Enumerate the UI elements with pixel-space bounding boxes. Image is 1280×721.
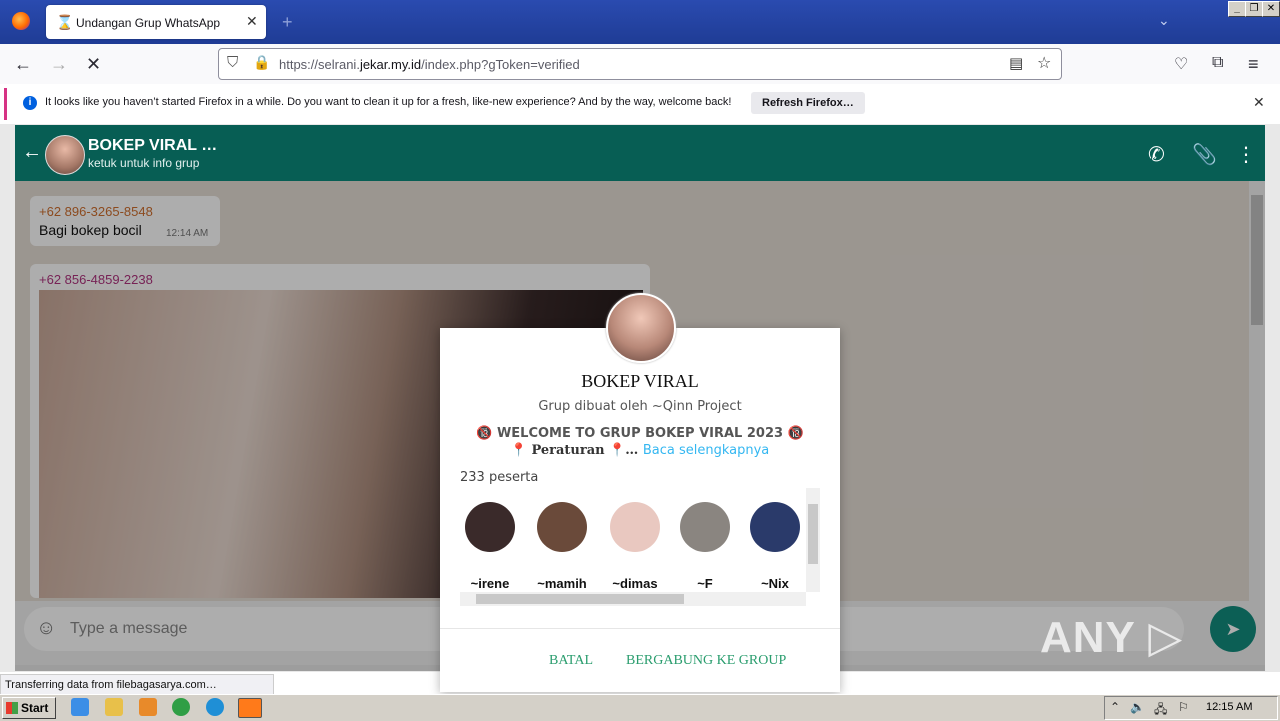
dialog-divider <box>440 628 840 629</box>
restore-window-button[interactable]: ❐ <box>1245 1 1263 17</box>
back-arrow-icon[interactable]: ← <box>22 141 42 164</box>
lock-icon[interactable]: 🔒 <box>253 54 270 71</box>
member-name: ~dimas <box>612 576 658 591</box>
members-count: 233 peserta <box>460 470 539 485</box>
rules-text: 📍 Peraturan 📍… <box>510 443 639 458</box>
start-label: Start <box>21 701 49 715</box>
new-tab-icon[interactable]: + <box>282 12 293 33</box>
group-title[interactable]: BOKEP VIRAL … <box>88 137 217 155</box>
list-tabs-chevron-icon[interactable]: ⌄ <box>1158 12 1170 29</box>
close-notification-icon[interactable]: ✕ <box>1253 94 1265 111</box>
firefox-taskbar-icon[interactable] <box>238 698 262 718</box>
tray-expand-icon[interactable]: ⌃ <box>1110 700 1120 714</box>
group-avatar <box>606 293 676 363</box>
hourglass-icon: ⌛ <box>56 14 74 30</box>
reader-view-icon[interactable]: ▤ <box>1009 54 1023 72</box>
member-item[interactable]: ~F <box>673 500 739 604</box>
group-creator: Grup dibuat oleh ~Qinn Project <box>538 399 742 414</box>
firefox-logo-icon[interactable] <box>12 12 30 30</box>
network-icon[interactable]: 🖧 <box>1154 700 1167 721</box>
media-player-icon[interactable] <box>139 698 157 716</box>
notification-bar: i It looks like you haven’t started Fire… <box>4 88 1279 120</box>
members-horizontal-scrollbar[interactable] <box>460 592 806 606</box>
phone-icon[interactable]: ✆ <box>1148 142 1165 167</box>
browser-tab[interactable]: ⌛ Undangan Grup WhatsApp ✕ <box>46 5 266 39</box>
scrollbar-thumb[interactable] <box>476 594 684 604</box>
read-more-link[interactable]: Baca selengkapnya <box>643 443 769 458</box>
member-avatar <box>680 502 730 552</box>
taskbar <box>0 694 1280 721</box>
info-icon: i <box>23 96 37 110</box>
extensions-icon[interactable]: ⧉ <box>1212 54 1223 72</box>
pocket-icon[interactable]: ♡ <box>1174 54 1188 74</box>
member-name: ~Nix <box>761 576 789 591</box>
close-window-button[interactable]: ✕ <box>1262 1 1280 17</box>
members-list[interactable]: ~irene ~mamih ~dimas ~F ~Nix <box>458 488 820 606</box>
back-arrow-icon[interactable]: ← <box>14 54 32 75</box>
url-bar[interactable]: ⛉ 🔒 https://selrani.jekar.my.id/index.ph… <box>218 48 1062 80</box>
cancel-button[interactable]: BATAL <box>549 653 593 669</box>
member-item[interactable]: ~irene <box>458 500 524 604</box>
tab-title: Undangan Grup WhatsApp <box>76 16 221 30</box>
bookmark-star-icon[interactable]: ☆ <box>1037 53 1051 73</box>
member-item[interactable]: ~mamih <box>530 500 596 604</box>
forward-arrow-icon[interactable]: → <box>50 54 68 75</box>
group-avatar[interactable] <box>45 135 85 175</box>
join-group-button[interactable]: BERGABUNG KE GROUP <box>626 653 786 669</box>
scrollbar-thumb[interactable] <box>808 504 818 564</box>
chrome-icon[interactable] <box>172 698 190 716</box>
member-avatar <box>537 502 587 552</box>
group-rules: 📍 Peraturan 📍… Baca selengkapnya <box>440 443 840 458</box>
windows-flag-icon <box>6 702 18 714</box>
member-avatar <box>610 502 660 552</box>
member-name: ~mamih <box>537 576 587 591</box>
edge-icon[interactable] <box>206 698 224 716</box>
stop-loading-icon[interactable]: ✕ <box>86 54 101 75</box>
member-item[interactable]: ~dimas <box>603 500 669 604</box>
more-options-icon[interactable]: ⋮ <box>1236 142 1256 167</box>
group-subtitle[interactable]: ketuk untuk info grup <box>88 156 199 170</box>
minimize-window-button[interactable]: _ <box>1228 1 1246 17</box>
member-item[interactable]: ~Nix <box>743 500 809 604</box>
shield-icon[interactable]: ⛉ <box>227 54 238 71</box>
file-explorer-icon[interactable] <box>105 698 123 716</box>
refresh-firefox-button[interactable]: Refresh Firefox… <box>751 92 865 114</box>
clock[interactable]: 12:15 AM <box>1206 701 1252 713</box>
group-description: 🔞 WELCOME TO GRUP BOKEP VIRAL 2023 🔞 <box>476 426 804 441</box>
status-text: Transferring data from filebagasarya.com… <box>5 679 217 691</box>
paperclip-icon[interactable]: 📎 <box>1192 142 1217 167</box>
url-text[interactable]: https://selrani.jekar.my.id/index.php?gT… <box>279 57 580 72</box>
volume-icon[interactable]: 🔈 <box>1130 700 1145 714</box>
menu-hamburger-icon[interactable]: ≡ <box>1248 54 1259 75</box>
start-button[interactable]: Start <box>2 697 56 719</box>
action-center-flag-icon[interactable]: ⚐ <box>1178 700 1189 714</box>
members-vertical-scrollbar[interactable] <box>806 488 820 592</box>
group-name: BOKEP VIRAL <box>581 371 699 391</box>
member-name: ~irene <box>470 576 510 591</box>
member-avatar <box>750 502 800 552</box>
internet-explorer-icon[interactable] <box>71 698 89 716</box>
close-tab-icon[interactable]: ✕ <box>246 13 258 30</box>
member-avatar <box>465 502 515 552</box>
status-bar: Transferring data from filebagasarya.com… <box>0 674 274 696</box>
member-name: ~F <box>697 576 713 591</box>
notification-message: It looks like you haven’t started Firefo… <box>45 96 732 108</box>
